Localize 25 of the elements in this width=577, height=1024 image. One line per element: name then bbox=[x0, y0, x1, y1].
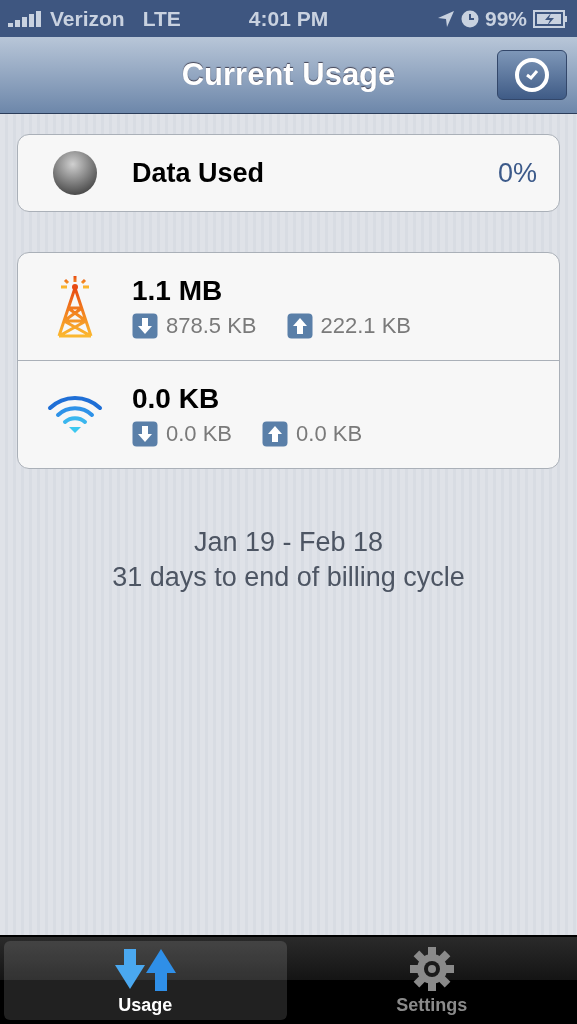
upload-amount: 0.0 KB bbox=[296, 420, 363, 447]
screen-title: Current Usage bbox=[181, 57, 396, 93]
download-amount: 878.5 KB bbox=[166, 312, 257, 339]
billing-period: Jan 19 - Feb 18 bbox=[193, 527, 384, 558]
location-icon bbox=[436, 9, 455, 28]
total-usage: 1.1 MB bbox=[132, 274, 224, 307]
battery-icon bbox=[533, 9, 569, 28]
carrier-name: Verizon bbox=[50, 6, 125, 31]
history-button[interactable] bbox=[497, 50, 567, 100]
total-usage: 0.0 KB bbox=[132, 382, 221, 415]
billing-remaining: 31 days to end of billing cycle bbox=[112, 562, 465, 593]
cell-tower-icon bbox=[55, 275, 95, 338]
status-ball-icon bbox=[52, 150, 98, 196]
tab[interactable]: Settings bbox=[290, 941, 573, 1020]
wifi-icon bbox=[47, 394, 103, 435]
download-amount: 0.0 KB bbox=[166, 420, 233, 447]
data-used-label: Data Used bbox=[132, 157, 266, 189]
network-type: LTE bbox=[142, 6, 181, 31]
battery-percent: 99% bbox=[484, 6, 527, 31]
data-used-value: 0% bbox=[497, 157, 537, 189]
signal-icon bbox=[8, 10, 44, 27]
status-time: 4:01 PM bbox=[248, 6, 329, 31]
gear-icon bbox=[409, 947, 454, 991]
tab[interactable]: Usage bbox=[4, 941, 287, 1020]
upload-amount: 222.1 KB bbox=[320, 312, 412, 339]
